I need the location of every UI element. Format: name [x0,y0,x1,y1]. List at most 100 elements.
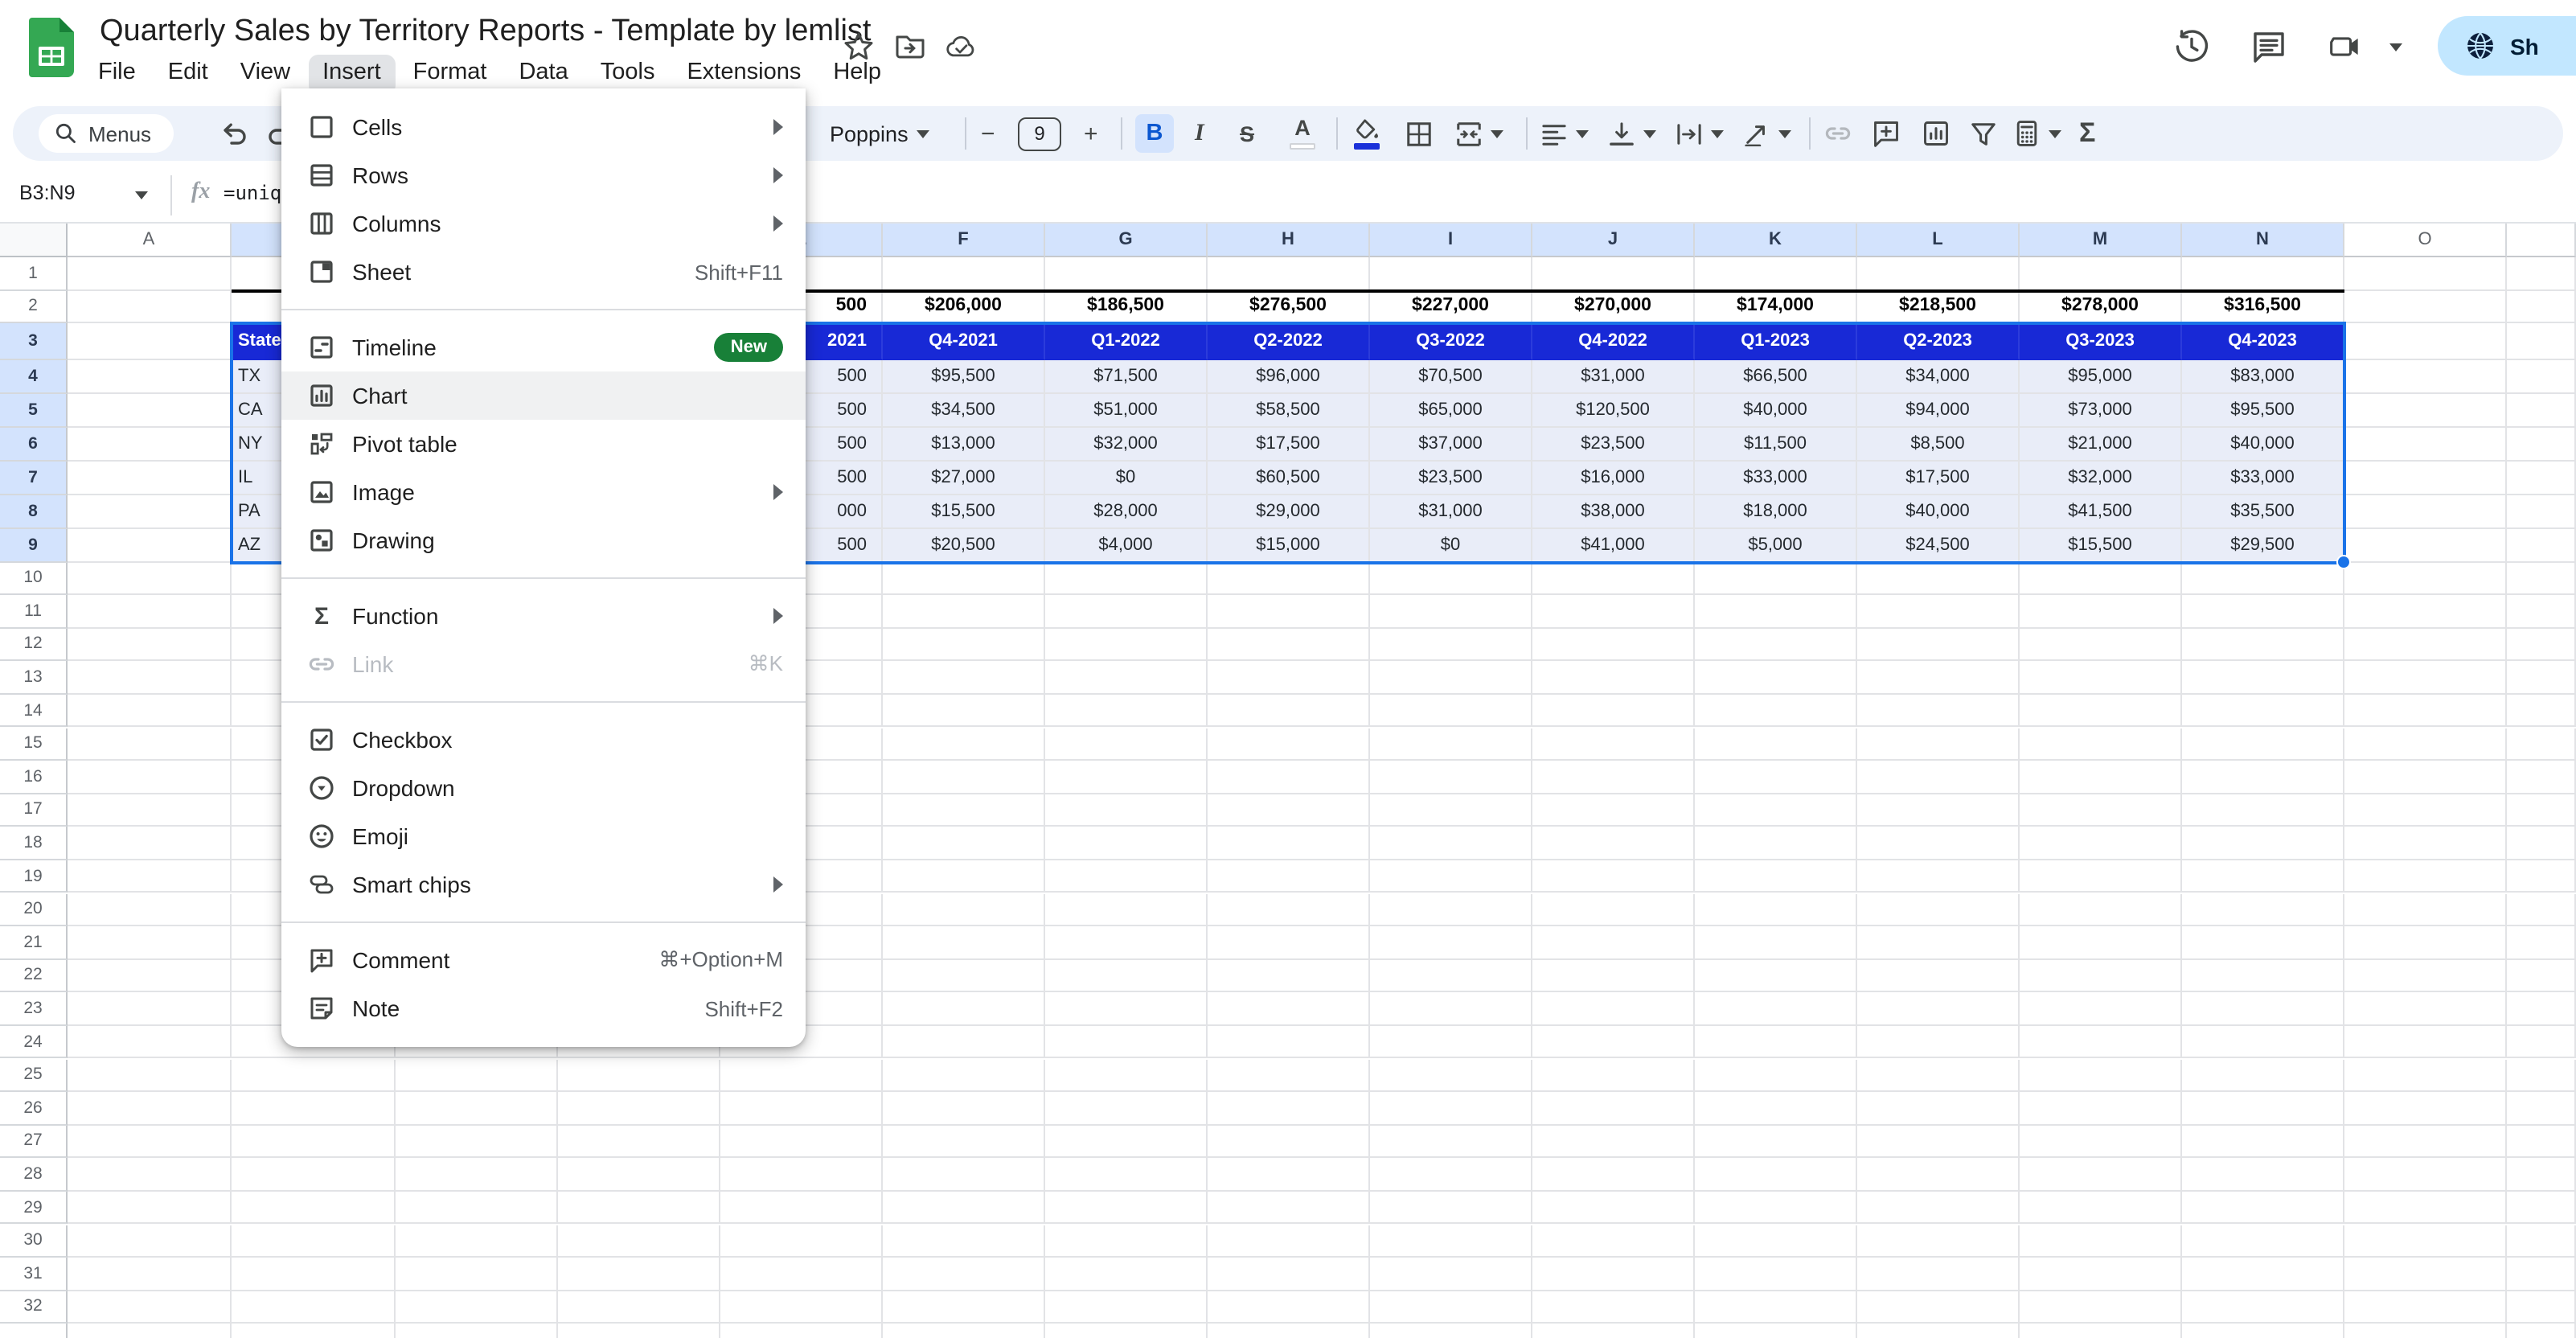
cell-O22[interactable] [2344,959,2507,993]
cell-N22[interactable] [2182,959,2344,993]
cell-G16[interactable] [1045,761,1208,794]
cell-A20[interactable] [68,893,232,927]
cell-G27[interactable] [1045,1125,1208,1159]
cell-G12[interactable] [1045,628,1208,662]
cell-M6[interactable]: $21,000 [2020,427,2182,461]
cell-P32[interactable] [2507,1291,2576,1324]
cell-D26[interactable] [558,1092,720,1126]
cell-H32[interactable] [1208,1291,1370,1324]
cell-L25[interactable] [1857,1059,2020,1093]
cell-H26[interactable] [1208,1092,1370,1126]
cell-P16[interactable] [2507,761,2576,794]
cell-J10[interactable] [1532,562,1695,596]
cell-P20[interactable] [2507,893,2576,927]
row-header-5[interactable]: 5 [0,393,68,427]
table-views-button[interactable] [2013,106,2061,161]
cell-E31[interactable] [720,1258,883,1291]
cell-H21[interactable] [1208,926,1370,960]
cell-O19[interactable] [2344,860,2507,893]
cell-O20[interactable] [2344,893,2507,927]
cell-H1[interactable] [1208,257,1370,290]
cell-G30[interactable] [1045,1225,1208,1258]
cell-J2[interactable]: $270,000 [1532,290,1695,323]
cell-J25[interactable] [1532,1059,1695,1093]
row-header-17[interactable]: 17 [0,794,68,827]
cell-D31[interactable] [558,1258,720,1291]
cell-I3[interactable]: Q3-2022 [1370,323,1532,359]
cell-G22[interactable] [1045,959,1208,993]
cell-M33[interactable] [2020,1324,2182,1338]
cell-I26[interactable] [1370,1092,1532,1126]
cell-J26[interactable] [1532,1092,1695,1126]
cell-L32[interactable] [1857,1291,2020,1324]
cell-L7[interactable]: $17,500 [1857,461,2020,495]
cell-L30[interactable] [1857,1225,2020,1258]
cell-K15[interactable] [1695,728,1857,761]
cell-O10[interactable] [2344,562,2507,596]
cell-N32[interactable] [2182,1291,2344,1324]
cell-G33[interactable] [1045,1324,1208,1338]
cell-O16[interactable] [2344,761,2507,794]
cell-O24[interactable] [2344,1025,2507,1059]
cell-P7[interactable] [2507,461,2576,495]
cell-K32[interactable] [1695,1291,1857,1324]
cell-H3[interactable]: Q2-2022 [1208,323,1370,359]
cell-I28[interactable] [1370,1158,1532,1192]
cell-P22[interactable] [2507,959,2576,993]
cell-I20[interactable] [1370,893,1532,927]
cell-C30[interactable] [396,1225,558,1258]
cell-K9[interactable]: $5,000 [1695,528,1857,562]
fill-color-button[interactable] [1354,106,1380,161]
cell-O31[interactable] [2344,1258,2507,1291]
cell-P21[interactable] [2507,926,2576,960]
cell-H27[interactable] [1208,1125,1370,1159]
cell-M31[interactable] [2020,1258,2182,1291]
cell-I8[interactable]: $31,000 [1370,495,1532,528]
column-header-I[interactable]: I [1370,224,1532,257]
cell-O28[interactable] [2344,1158,2507,1192]
cell-K29[interactable] [1695,1191,1857,1225]
cell-I11[interactable] [1370,595,1532,629]
cell-M4[interactable]: $95,000 [2020,359,2182,393]
cell-G23[interactable] [1045,992,1208,1026]
cell-F28[interactable] [883,1158,1045,1192]
cell-I6[interactable]: $37,000 [1370,427,1532,461]
cell-E28[interactable] [720,1158,883,1192]
insert-menu-item-drawing[interactable]: Drawing [281,516,806,564]
cell-P29[interactable] [2507,1191,2576,1225]
cell-J4[interactable]: $31,000 [1532,359,1695,393]
cell-A13[interactable] [68,661,232,695]
cell-O25[interactable] [2344,1059,2507,1093]
cell-I4[interactable]: $70,500 [1370,359,1532,393]
insert-menu-item-pivot-table[interactable]: Pivot table [281,420,806,468]
cell-P30[interactable] [2507,1225,2576,1258]
insert-menu-item-emoji[interactable]: Emoji [281,812,806,860]
cell-F23[interactable] [883,992,1045,1026]
cell-O8[interactable] [2344,495,2507,528]
cell-P28[interactable] [2507,1158,2576,1192]
insert-menu-item-dropdown[interactable]: Dropdown [281,764,806,812]
cell-G13[interactable] [1045,661,1208,695]
cell-O27[interactable] [2344,1125,2507,1159]
cell-A16[interactable] [68,761,232,794]
insert-menu-item-comment[interactable]: Comment ⌘+Option+M [281,936,806,984]
cell-A8[interactable] [68,495,232,528]
cell-M3[interactable]: Q3-2023 [2020,323,2182,359]
cell-D28[interactable] [558,1158,720,1192]
cell-M11[interactable] [2020,595,2182,629]
cell-N14[interactable] [2182,694,2344,728]
cell-P5[interactable] [2507,393,2576,427]
cell-P18[interactable] [2507,827,2576,860]
merge-cells-button[interactable] [1455,106,1503,161]
cell-H11[interactable] [1208,595,1370,629]
cell-O4[interactable] [2344,359,2507,393]
cell-I14[interactable] [1370,694,1532,728]
cell-J15[interactable] [1532,728,1695,761]
cell-A15[interactable] [68,728,232,761]
cell-H19[interactable] [1208,860,1370,893]
cell-J30[interactable] [1532,1225,1695,1258]
cell-G8[interactable]: $28,000 [1045,495,1208,528]
cell-I27[interactable] [1370,1125,1532,1159]
cell-A18[interactable] [68,827,232,860]
cell-M29[interactable] [2020,1191,2182,1225]
